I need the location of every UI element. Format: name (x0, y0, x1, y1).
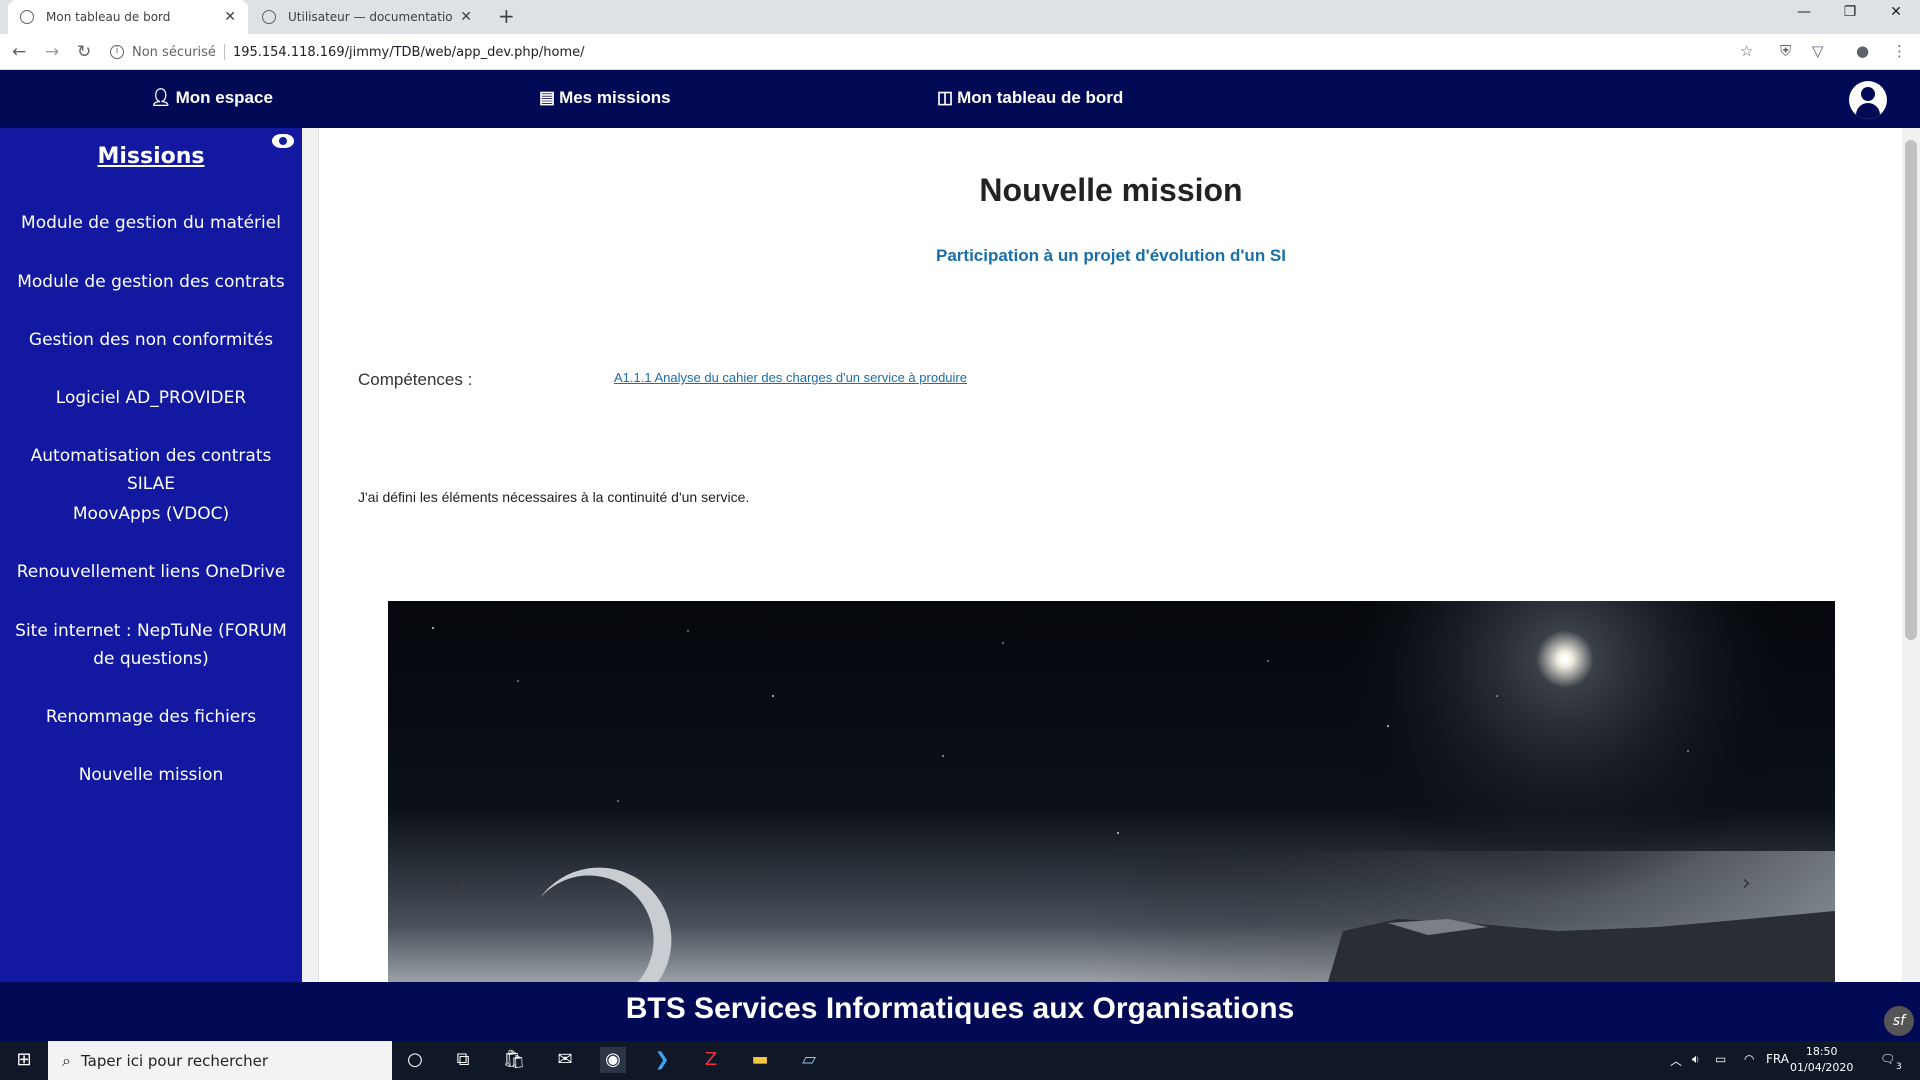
menu-icon[interactable]: ⋮ (1892, 42, 1907, 60)
sidebar-item[interactable]: Gestion des non conformités (4, 326, 298, 354)
filezilla-icon[interactable]: Z (698, 1047, 724, 1073)
eye-icon[interactable] (272, 134, 294, 148)
profile-icon[interactable]: ● (1856, 42, 1869, 60)
mail-icon[interactable]: ✉ (552, 1047, 578, 1073)
nav-mon-espace[interactable]: 👤︎ Mon espace (150, 88, 273, 108)
info-icon[interactable]: i (110, 45, 124, 59)
carousel-prev-icon[interactable]: ‹ (454, 871, 463, 896)
symfony-toolbar-icon[interactable]: sf (1884, 1006, 1914, 1036)
tab-title: Utilisateur — documentation Tab (288, 10, 453, 24)
task-view-icon[interactable]: ⧉ (450, 1047, 476, 1073)
bookmark-star-icon[interactable]: ☆ (1740, 42, 1753, 60)
divider (223, 44, 225, 60)
columns-icon: ◫ (937, 88, 954, 107)
space-image: ‹ › (388, 601, 1835, 982)
avatar[interactable] (1849, 81, 1887, 119)
taskbar-search[interactable]: ⌕ Taper ici pour rechercher (48, 1041, 392, 1080)
sidebar-title[interactable]: Missions (0, 144, 302, 169)
chrome-icon[interactable]: ◉ (600, 1047, 626, 1073)
notification-icon[interactable]: 🗨︎ (1880, 1052, 1895, 1066)
close-tab-icon[interactable]: ✕ (460, 9, 472, 25)
url-text: 195.154.118.169/jimmy/TDB/web/app_dev.ph… (232, 44, 585, 60)
volume-icon[interactable]: 🔉︎ (1692, 1052, 1700, 1067)
tab-title: Mon tableau de bord (46, 10, 171, 24)
competences-label: Compétences : (358, 370, 473, 389)
sidebar-item[interactable]: Automatisation des contrats SILAE (4, 442, 298, 498)
nav-mes-missions[interactable]: ▤ Mes missions (539, 88, 671, 108)
scrollbar-thumb[interactable] (1905, 140, 1917, 640)
mission-description: J'ai défini les éléments nécessaires à l… (358, 489, 750, 505)
new-tab-icon[interactable]: + (498, 4, 515, 28)
nav-label: Mon espace (175, 88, 273, 107)
sidebar-item[interactable]: Module de gestion des contrats (4, 268, 298, 296)
sidebar-scrollbar[interactable] (302, 128, 319, 982)
globe-icon (20, 10, 34, 24)
forward-icon[interactable]: → (45, 42, 59, 62)
vscode-icon[interactable]: ❯ (649, 1047, 675, 1073)
time: 18:50 (1805, 1045, 1838, 1058)
sidebar-item[interactable]: Renouvellement liens OneDrive (4, 558, 298, 586)
minimize-icon[interactable]: — (1781, 4, 1827, 20)
chevron-up-icon[interactable]: ︿ (1670, 1052, 1682, 1069)
user-icon: 👤︎ (150, 88, 172, 107)
nav-label: Mes missions (559, 88, 671, 107)
extension-icon[interactable]: ⛨ (1780, 42, 1791, 60)
globe-icon (262, 10, 276, 24)
document-icon: ▤ (539, 88, 556, 107)
file-explorer-icon[interactable]: ▬ (747, 1047, 773, 1073)
security-label: Non sécurisé (132, 44, 216, 60)
carousel-next-icon[interactable]: › (1742, 871, 1751, 896)
image-carousel: ‹ › (388, 601, 1835, 982)
sidebar-item[interactable]: Logiciel AD_PROVIDER (4, 384, 298, 412)
nav-tableau-de-bord[interactable]: ◫ Mon tableau de bord (937, 88, 1123, 108)
reload-icon[interactable]: ↻ (77, 42, 91, 62)
wifi-icon[interactable]: ◠ (1744, 1052, 1754, 1066)
notepad-icon[interactable]: ▱ (796, 1047, 822, 1073)
sidebar-item[interactable]: Site internet : NepTuNe (FORUM de questi… (4, 617, 298, 673)
browser-tab[interactable]: Utilisateur — documentation Tab ✕ (250, 0, 484, 34)
cortana-icon[interactable]: ○ (402, 1047, 428, 1073)
date: 01/04/2020 (1790, 1061, 1854, 1074)
store-icon[interactable]: 🛍︎ (501, 1047, 527, 1073)
sidebar-item[interactable]: Module de gestion du matériel (4, 209, 298, 237)
extension-filter-icon[interactable]: ▽ (1812, 42, 1824, 60)
close-tab-icon[interactable]: ✕ (224, 9, 236, 25)
windows-start-icon[interactable]: ⊞ (11, 1047, 37, 1073)
sidebar-item[interactable]: Nouvelle mission (4, 761, 298, 789)
url-field[interactable]: i Non sécurisé 195.154.118.169/jimmy/TDB… (110, 40, 1760, 64)
browser-tab-active[interactable]: Mon tableau de bord ✕ (8, 0, 248, 34)
notification-count: 3 (1896, 1062, 1902, 1072)
language-indicator[interactable]: FRA (1766, 1052, 1789, 1066)
sidebar-item[interactable]: MoovApps (VDOC) (4, 500, 298, 528)
sidebar-item[interactable]: Renommage des fichiers (4, 703, 298, 731)
restore-icon[interactable]: ❐ (1827, 4, 1873, 20)
back-icon[interactable]: ← (12, 42, 26, 62)
page-title: Nouvelle mission (979, 172, 1243, 208)
competence-link[interactable]: A1.1.1 Analyse du cahier des charges d'u… (614, 370, 967, 385)
clock[interactable]: 18:50 01/04/2020 (1790, 1044, 1853, 1076)
battery-icon[interactable]: ▭ (1715, 1052, 1726, 1066)
search-placeholder: Taper ici pour rechercher (80, 1051, 269, 1070)
nav-label: Mon tableau de bord (957, 88, 1124, 107)
mission-subtitle: Participation à un projet d'évolution d'… (936, 246, 1286, 265)
footer-text: BTS Services Informatiques aux Organisat… (625, 992, 1295, 1025)
search-icon: ⌕ (62, 1050, 71, 1070)
window-close-icon[interactable]: ✕ (1873, 4, 1919, 20)
sidebar (0, 128, 302, 982)
